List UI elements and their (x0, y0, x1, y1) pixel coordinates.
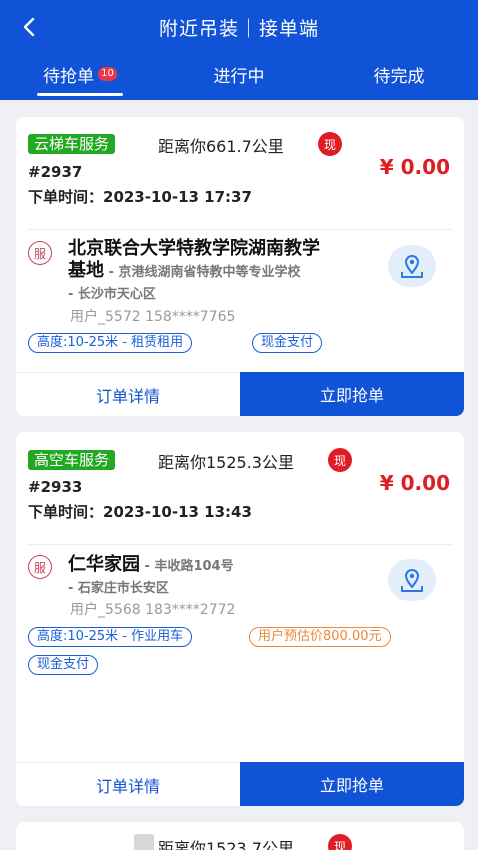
order-card: 距离你1523.7公里 现 (16, 822, 464, 850)
service-type-tag: 高空车服务 (28, 450, 116, 470)
service-icon: 服 (28, 241, 52, 265)
order-card: 高空车服务 距离你1525.3公里 现 #2933 ¥ 0.00 下单时间：20… (16, 432, 464, 806)
address-block: 北京联合大学特教学院湖南教学 基地 - 京港线湖南省特教中等专业学校 - 长沙市… (68, 238, 378, 306)
order-number: #2933 (28, 478, 83, 496)
order-time: 下单时间：2023-10-13 17:37 (28, 188, 252, 206)
tab-to-complete[interactable]: 待完成 (356, 56, 442, 100)
map-location-button[interactable] (388, 559, 436, 601)
tab-in-progress[interactable]: 进行中 (196, 56, 282, 100)
order-card: 云梯车服务 距离你661.7公里 现 #2937 ¥ 0.00 下单时间：202… (16, 117, 464, 416)
payment-tag: 现金支付 (252, 333, 323, 353)
address-district: - 石家庄市长安区 (68, 581, 169, 596)
distance-text: 距离你1523.7公里 (158, 839, 294, 850)
cash-badge: 现 (328, 834, 352, 850)
address-detail: - 京港线湖南省特教中等专业学校 (104, 265, 301, 280)
customer-info: 用户_5568 183****2772 (70, 602, 236, 618)
page-title: 附近吊装｜接单端 (158, 18, 319, 40)
tab-label: 进行中 (213, 67, 265, 87)
address-block: 仁华家园 - 丰收路104号 - 石家庄市长安区 (68, 554, 378, 600)
place-name-cont: 基地 (68, 260, 104, 281)
app-header: 附近吊装｜接单端 待抢单 10 进行中 待完成 (0, 0, 478, 100)
place-name: 北京联合大学特教学院湖南教学 (68, 238, 320, 259)
tab-label: 待完成 (373, 67, 425, 87)
height-tag: 高度:10-25米 - 租赁租用 (28, 333, 193, 353)
address-district: - 长沙市天心区 (68, 287, 156, 302)
cash-badge: 现 (318, 132, 342, 156)
map-pin-icon (401, 255, 423, 278)
tab-label: 待抢单 (43, 67, 95, 87)
payment-tag: 现金支付 (28, 655, 99, 675)
grab-order-button[interactable]: 立即抢单 (240, 762, 464, 806)
order-price: ¥ 0.00 (379, 471, 450, 495)
order-detail-button[interactable]: 订单详情 (16, 372, 240, 416)
height-tag: 高度:10-25米 - 作业用车 (28, 627, 193, 647)
service-icon: 服 (28, 555, 52, 579)
place-name: 仁华家园 (68, 554, 140, 575)
service-type-tag: 云梯车服务 (28, 134, 116, 154)
order-price: ¥ 0.00 (379, 155, 450, 179)
map-location-button[interactable] (388, 245, 436, 287)
order-time: 下单时间：2023-10-13 13:43 (28, 503, 252, 521)
order-detail-button[interactable]: 订单详情 (16, 762, 240, 806)
distance-text: 距离你661.7公里 (158, 137, 284, 156)
cash-badge: 现 (328, 448, 352, 472)
divider (28, 544, 452, 545)
address-detail: - 丰收路104号 (140, 559, 234, 574)
distance-text: 距离你1525.3公里 (158, 453, 294, 472)
service-type-tag-blurred (134, 834, 154, 850)
grab-order-button[interactable]: 立即抢单 (240, 372, 464, 416)
order-number: #2937 (28, 163, 83, 181)
active-tab-indicator (37, 93, 123, 96)
count-badge: 10 (98, 67, 117, 81)
customer-info: 用户_5572 158****7765 (70, 309, 236, 325)
divider (28, 229, 452, 230)
estimated-price-tag: 用户预估价800.00元 (249, 627, 391, 647)
map-pin-icon (401, 569, 423, 592)
